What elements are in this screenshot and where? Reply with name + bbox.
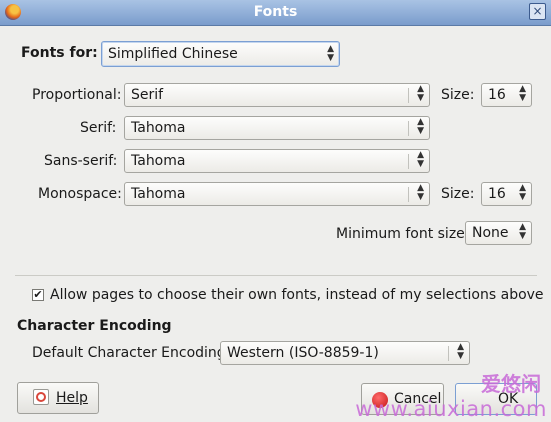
chevron-updown-icon: ▲ ▼ — [519, 222, 526, 241]
default-encoding-label: Default Character Encoding: — [32, 345, 231, 361]
chevron-updown-icon: ▲ ▼ — [327, 44, 334, 63]
monospace-value: Tahoma — [131, 186, 186, 202]
serif-select[interactable]: Tahoma ▲ ▼ — [124, 116, 430, 140]
combo-separator — [448, 346, 449, 361]
window-title: Fonts — [253, 4, 298, 20]
monospace-size-value: 16 — [488, 186, 506, 202]
chevron-updown-icon: ▲ ▼ — [457, 342, 464, 361]
combo-separator — [408, 154, 409, 169]
combo-separator — [408, 187, 409, 202]
default-encoding-value: Western (ISO-8859-1) — [227, 345, 379, 361]
watermark-chinese: 爱悠闲 — [481, 372, 541, 396]
serif-value: Tahoma — [131, 120, 186, 136]
proportional-value: Serif — [131, 87, 164, 103]
sans-serif-select[interactable]: Tahoma ▲ ▼ — [124, 149, 430, 173]
monospace-size-label: Size: — [441, 186, 475, 202]
serif-label: Serif: — [80, 120, 117, 136]
character-encoding-heading: Character Encoding — [17, 318, 172, 334]
help-button-label: Help — [56, 390, 88, 406]
fonts-for-select[interactable]: Simplified Chinese ▲ ▼ — [101, 41, 340, 67]
allow-pages-label[interactable]: Allow pages to choose their own fonts, i… — [50, 287, 544, 303]
help-button[interactable]: Help — [17, 382, 99, 414]
divider — [15, 275, 537, 276]
monospace-size-select[interactable]: 16 ▲ ▼ — [481, 182, 532, 206]
proportional-select[interactable]: Serif ▲ ▼ — [124, 83, 430, 107]
allow-pages-checkbox[interactable]: ✔ — [32, 289, 44, 301]
close-icon[interactable]: × — [529, 3, 546, 20]
chevron-updown-icon: ▲ ▼ — [417, 183, 424, 202]
watermark: 爱悠闲 www.aiuxian.com — [355, 368, 547, 421]
default-encoding-select[interactable]: Western (ISO-8859-1) ▲ ▼ — [220, 341, 470, 365]
chevron-updown-icon: ▲ ▼ — [417, 84, 424, 103]
fonts-for-label: Fonts for: — [21, 45, 98, 61]
sans-serif-label: Sans-serif: — [44, 153, 118, 169]
fonts-for-value: Simplified Chinese — [108, 46, 238, 62]
combo-separator — [408, 121, 409, 136]
proportional-size-value: 16 — [488, 87, 506, 103]
monospace-label: Monospace: — [38, 186, 122, 202]
proportional-label: Proportional: — [32, 87, 122, 103]
title-bar: Fonts × — [0, 0, 551, 26]
min-font-size-value: None — [472, 225, 509, 241]
chevron-updown-icon: ▲ ▼ — [417, 150, 424, 169]
chevron-updown-icon: ▲ ▼ — [417, 117, 424, 136]
proportional-size-select[interactable]: 16 ▲ ▼ — [481, 83, 532, 107]
chevron-updown-icon: ▲ ▼ — [519, 84, 526, 103]
proportional-size-label: Size: — [441, 87, 475, 103]
chevron-updown-icon: ▲ ▼ — [519, 183, 526, 202]
sans-serif-value: Tahoma — [131, 153, 186, 169]
watermark-url: www.aiuxian.com — [355, 397, 547, 421]
min-font-size-select[interactable]: None ▲ ▼ — [465, 221, 532, 245]
help-icon — [33, 389, 49, 405]
monospace-select[interactable]: Tahoma ▲ ▼ — [124, 182, 430, 206]
min-font-size-label: Minimum font size: — [336, 226, 470, 242]
combo-separator — [408, 88, 409, 103]
